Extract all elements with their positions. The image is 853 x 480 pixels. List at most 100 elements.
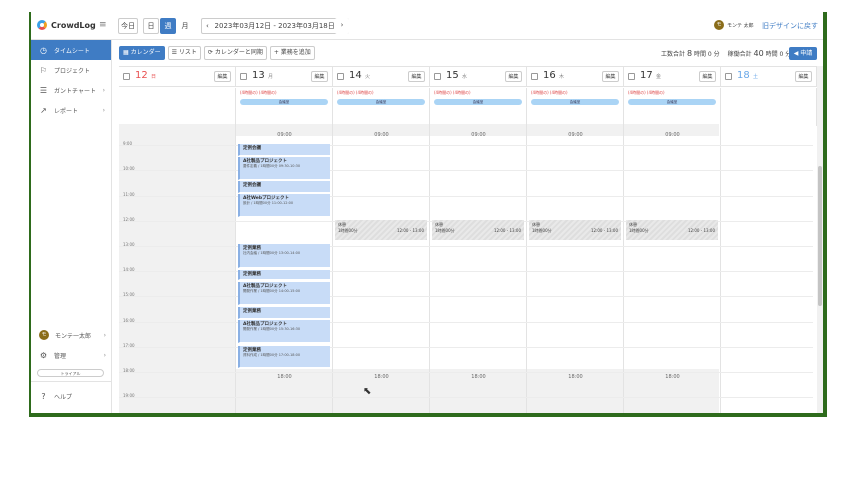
day-checkbox[interactable]	[531, 73, 538, 80]
vertical-scrollbar[interactable]	[817, 66, 823, 413]
sidebar-item-gantt[interactable]: ☰ ガントチャート ›	[29, 80, 111, 100]
calendar-event[interactable]: 定例会議	[238, 181, 330, 193]
date-range-selector[interactable]: ‹ 2023年03月12日 - 2023年03月18日 ▾	[201, 18, 349, 34]
trial-badge[interactable]: トライアル	[37, 369, 104, 377]
calendar-view-label: カレンダー	[130, 49, 161, 56]
day-header-16: 16 木 編集	[527, 67, 624, 87]
week-calendar: 8:009:0010:0011:0012:0013:0014:0015:0016…	[119, 66, 817, 413]
hour-label: 14:00	[123, 267, 135, 273]
view-month-button[interactable]: 月	[177, 18, 193, 34]
mouse-cursor-icon: ⬉	[363, 386, 372, 397]
break-block[interactable]: 休憩 1時間00分 12:00 - 13:00	[626, 220, 718, 240]
calendar-event[interactable]: A社Webプロジェクト 設計 / 1時間00分 11:00-12:00	[238, 194, 330, 217]
break-time: 12:00 - 13:00	[396, 228, 424, 233]
hamburger-menu-icon[interactable]: ≡	[99, 20, 107, 30]
chevron-right-icon: ›	[102, 106, 105, 114]
day-of-week: 日	[151, 74, 157, 80]
calendar-event[interactable]: 定例業務 社内会議 / 1時間00分 13:00-14:00	[238, 244, 330, 268]
break-block[interactable]: 休憩 1時間00分 12:00 - 13:00	[335, 220, 427, 240]
day-checkbox[interactable]	[434, 73, 441, 80]
hour-line	[119, 397, 813, 399]
user-menu[interactable]: モ モンテ 太郎	[714, 20, 754, 30]
calendar-sync-button[interactable]: ⟳ カレンダーと同期	[203, 46, 267, 60]
edit-day-button[interactable]: 編集	[311, 71, 328, 82]
work-start-time: 09:00	[471, 132, 486, 138]
edit-day-button[interactable]: 編集	[699, 71, 716, 82]
day-checkbox[interactable]	[725, 73, 732, 80]
scrollbar-thumb[interactable]	[818, 166, 822, 306]
calendar-event[interactable]: A社製品プロジェクト 開発作業 / 1時間00分 14:00-15:00	[238, 282, 330, 305]
work-end-time: 18:00	[374, 374, 389, 380]
calendar-event[interactable]: 定例業務	[238, 307, 330, 319]
room-pill[interactable]: 会議室	[628, 99, 716, 105]
sidebar-item-project[interactable]: ⚐ プロジェクト	[29, 60, 111, 80]
sidebar-item-label: プロジェクト	[54, 67, 91, 75]
edit-day-button[interactable]: 編集	[408, 71, 425, 82]
view-week-button[interactable]: 週	[160, 18, 176, 34]
chevron-right-icon: ›	[102, 86, 105, 94]
day-checkbox[interactable]	[123, 73, 130, 80]
sidebar-item-label: ガントチャート	[54, 87, 96, 95]
day-number: 16	[543, 70, 556, 81]
view-day-button[interactable]: 日	[143, 18, 159, 34]
break-meta: 1時間00分	[629, 228, 649, 233]
room-pill[interactable]: 会議室	[434, 99, 522, 105]
day-checkbox[interactable]	[337, 73, 344, 80]
day-summary	[721, 88, 817, 126]
prev-week-button[interactable]: ‹	[206, 19, 209, 33]
approve-total-unit: 時間 0 分	[765, 51, 792, 58]
break-row: 1時間00分 12:00 - 13:00	[338, 228, 424, 234]
hour-label: 19:00	[123, 393, 135, 399]
calendar-event[interactable]: 定例業務 資料作成 / 1時間00分 17:00-18:00	[238, 346, 330, 368]
warning-text: (4時間の) (4時間の)	[531, 90, 568, 95]
old-design-link[interactable]: 旧デザインに戻す	[762, 21, 818, 31]
calendar-event[interactable]: 定例会議	[238, 144, 330, 156]
app-window: CrowdLog ≡ 今日 日 週 月 ‹ 2023年03月12日 - 2023…	[29, 12, 827, 417]
sidebar-profile-label: モンテ一太郎	[55, 332, 92, 340]
edit-day-button[interactable]: 編集	[795, 71, 812, 82]
day-header-12: 12 日 編集	[119, 67, 236, 87]
sidebar-item-timesheet[interactable]: ◷ タイムシート	[29, 40, 111, 60]
event-title: 定例業務	[243, 272, 261, 277]
add-work-button[interactable]: + 業務を追加	[269, 46, 315, 60]
sidebar-item-report[interactable]: ↗ レポート ›	[29, 100, 111, 120]
edit-day-button[interactable]: 編集	[602, 71, 619, 82]
edit-day-button[interactable]: 編集	[505, 71, 522, 82]
hour-line	[119, 346, 813, 348]
day-summary: (4時間の) (4時間の) 会議室	[333, 88, 430, 126]
list-view-button[interactable]: ☰ リスト	[167, 46, 201, 60]
divider	[29, 381, 112, 382]
break-block[interactable]: 休憩 1時間00分 12:00 - 13:00	[529, 220, 621, 240]
sidebar-bottom: モ モンテ一太郎 › ⚙ 管理 › トライアル ? ヘルプ	[29, 325, 112, 406]
today-button[interactable]: 今日	[118, 18, 138, 34]
day-of-week: 土	[753, 74, 759, 80]
calendar-view-button[interactable]: ▦ カレンダー	[119, 46, 165, 60]
event-meta: 開発作業 / 1時間00分 15:30-16:30	[243, 327, 301, 331]
sidebar-item-settings[interactable]: ⚙ 管理 ›	[29, 345, 112, 365]
sidebar-item-help[interactable]: ? ヘルプ	[29, 386, 112, 406]
room-pill[interactable]: 会議室	[337, 99, 425, 105]
day-checkbox[interactable]	[240, 73, 247, 80]
next-week-button[interactable]: ›	[335, 18, 349, 34]
break-block[interactable]: 休憩 1時間00分 12:00 - 13:00	[432, 220, 524, 240]
day-number: 13	[252, 70, 265, 81]
hour-line	[119, 170, 813, 172]
calendar-event[interactable]: A社製品プロジェクト 開発作業 / 1時間00分 15:30-16:30	[238, 320, 330, 343]
day-checkbox[interactable]	[628, 73, 635, 80]
apply-button[interactable]: ◀ 申請	[789, 47, 817, 60]
edit-day-button[interactable]: 編集	[214, 71, 231, 82]
warning-text: (4時間の) (4時間の)	[240, 90, 277, 95]
break-meta: 1時間00分	[532, 228, 552, 233]
calendar-event[interactable]: A社製品プロジェクト 要件定義 / 1時間00分 09:30-10:30	[238, 157, 330, 180]
room-pill[interactable]: 会議室	[531, 99, 619, 105]
work-start-time: 09:00	[374, 132, 389, 138]
date-range-label: 2023年03月12日 - 2023年03月18日	[214, 22, 335, 30]
day-summary	[119, 88, 236, 126]
calendar-event[interactable]: 定例業務	[238, 270, 330, 280]
work-end-time: 18:00	[277, 374, 292, 380]
hour-label: 15:00	[123, 292, 135, 298]
room-pill[interactable]: 会議室	[240, 99, 328, 105]
sidebar-item-profile[interactable]: モ モンテ一太郎 ›	[29, 325, 112, 345]
warning-text: (4時間の) (4時間の)	[434, 90, 471, 95]
app-logo[interactable]: CrowdLog	[37, 20, 96, 30]
